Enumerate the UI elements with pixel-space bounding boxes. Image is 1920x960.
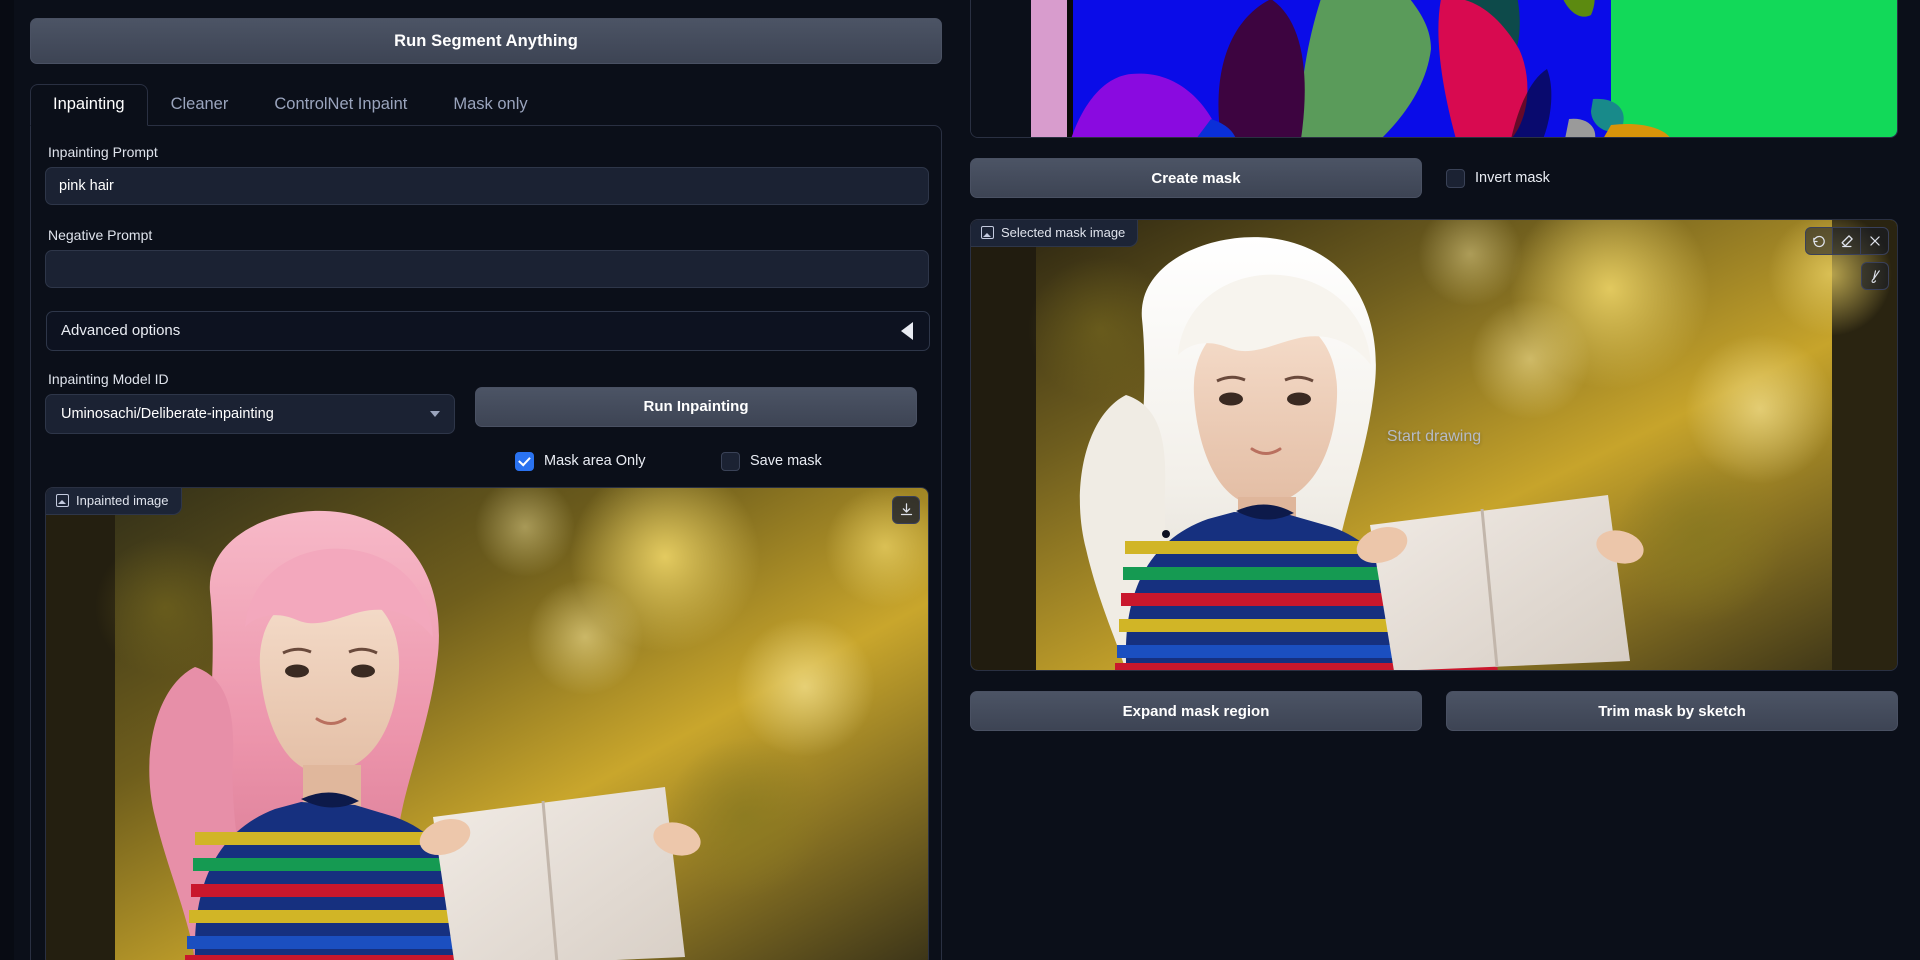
inpainted-image-badge-label: Inpainted image bbox=[76, 493, 169, 508]
inpainted-image-panel: Inpainted image bbox=[45, 487, 929, 960]
mask-area-only-checkbox[interactable]: Mask area Only bbox=[515, 452, 721, 471]
selected-mask-image-badge: Selected mask image bbox=[971, 220, 1138, 247]
model-id-group: Inpainting Model ID Uminosachi/Deliberat… bbox=[45, 367, 455, 434]
brush-button[interactable] bbox=[1861, 262, 1889, 290]
create-mask-label: Create mask bbox=[1151, 170, 1240, 187]
left-edge-strip bbox=[0, 0, 14, 960]
mask-action-buttons: Expand mask region Trim mask by sketch bbox=[970, 691, 1898, 731]
run-segment-anything-label: Run Segment Anything bbox=[394, 32, 578, 51]
brush-icon bbox=[1868, 269, 1883, 284]
invert-mask-box[interactable] bbox=[1446, 169, 1465, 188]
image-icon bbox=[56, 494, 69, 507]
tab-panel-inpainting: Inpainting Prompt Negative Prompt Advanc… bbox=[30, 125, 942, 960]
tab-list: Inpainting Cleaner ControlNet Inpaint Ma… bbox=[30, 84, 942, 125]
chevron-down-icon bbox=[430, 411, 440, 417]
download-button[interactable] bbox=[892, 496, 920, 524]
create-mask-button[interactable]: Create mask bbox=[970, 158, 1422, 198]
close-button[interactable] bbox=[1861, 227, 1889, 255]
tab-cleaner-label: Cleaner bbox=[171, 95, 229, 113]
selected-mask-image bbox=[970, 219, 1898, 671]
inpainting-prompt-input[interactable] bbox=[45, 167, 929, 205]
save-mask-label: Save mask bbox=[750, 453, 822, 469]
chevron-left-icon bbox=[901, 322, 913, 340]
inpainting-model-id-label: Inpainting Model ID bbox=[48, 371, 455, 387]
mask-area-only-label: Mask area Only bbox=[544, 453, 646, 469]
run-inpainting-button[interactable]: Run Inpainting bbox=[475, 387, 917, 427]
inpainted-image bbox=[45, 487, 929, 960]
run-inpainting-group: Run Inpainting bbox=[475, 367, 917, 427]
negative-prompt-input[interactable] bbox=[45, 250, 929, 288]
tabs-container: Inpainting Cleaner ControlNet Inpaint Ma… bbox=[30, 84, 942, 960]
inpainted-image-badge: Inpainted image bbox=[46, 488, 182, 515]
negative-prompt-label: Negative Prompt bbox=[48, 227, 927, 243]
invert-mask-checkbox[interactable]: Invert mask bbox=[1446, 169, 1550, 188]
mask-area-only-box[interactable] bbox=[515, 452, 534, 471]
model-and-run-row: Inpainting Model ID Uminosachi/Deliberat… bbox=[45, 367, 927, 434]
expand-mask-region-button[interactable]: Expand mask region bbox=[970, 691, 1422, 731]
inpainting-options-row: Mask area Only Save mask bbox=[45, 452, 927, 471]
selected-mask-image-badge-label: Selected mask image bbox=[1001, 225, 1125, 240]
inpainting-model-id-select[interactable]: Uminosachi/Deliberate-inpainting bbox=[45, 394, 455, 434]
mask-toolbar bbox=[1805, 227, 1889, 255]
tab-mask-only-label: Mask only bbox=[453, 95, 527, 113]
invert-mask-label: Invert mask bbox=[1475, 170, 1550, 186]
eraser-button[interactable] bbox=[1833, 227, 1861, 255]
tab-cleaner[interactable]: Cleaner bbox=[148, 84, 252, 125]
tab-inpainting-label: Inpainting bbox=[53, 95, 125, 113]
tab-controlnet-inpaint[interactable]: ControlNet Inpaint bbox=[251, 84, 430, 125]
trim-mask-by-sketch-label: Trim mask by sketch bbox=[1598, 703, 1746, 720]
image-icon bbox=[981, 226, 994, 239]
download-icon bbox=[899, 502, 914, 517]
run-inpainting-label: Run Inpainting bbox=[644, 398, 749, 415]
left-panel: Run Segment Anything Inpainting Cleaner … bbox=[0, 0, 952, 960]
tab-mask-only[interactable]: Mask only bbox=[430, 84, 550, 125]
expand-mask-region-label: Expand mask region bbox=[1123, 703, 1270, 720]
segmentation-image bbox=[971, 0, 1898, 138]
segmentation-image-panel bbox=[970, 0, 1898, 138]
inpainting-model-id-value: Uminosachi/Deliberate-inpainting bbox=[61, 406, 274, 422]
advanced-options-accordion[interactable]: Advanced options bbox=[46, 311, 930, 351]
inpainting-prompt-label: Inpainting Prompt bbox=[48, 144, 927, 160]
app-root: Run Segment Anything Inpainting Cleaner … bbox=[0, 0, 1920, 960]
undo-button[interactable] bbox=[1805, 227, 1833, 255]
trim-mask-by-sketch-button[interactable]: Trim mask by sketch bbox=[1446, 691, 1898, 731]
advanced-options-label: Advanced options bbox=[61, 322, 180, 339]
tab-controlnet-inpaint-label: ControlNet Inpaint bbox=[274, 95, 407, 113]
run-segment-anything-button[interactable]: Run Segment Anything bbox=[30, 18, 942, 64]
right-panel: Create mask Invert mask Selected mask im… bbox=[952, 0, 1920, 960]
create-mask-row: Create mask Invert mask bbox=[970, 158, 1898, 198]
eraser-icon bbox=[1839, 234, 1854, 249]
selected-mask-image-panel: Selected mask image bbox=[970, 219, 1898, 671]
save-mask-checkbox[interactable]: Save mask bbox=[721, 452, 927, 471]
save-mask-box[interactable] bbox=[721, 452, 740, 471]
undo-icon bbox=[1812, 234, 1827, 249]
close-icon bbox=[1868, 234, 1882, 248]
tab-inpainting[interactable]: Inpainting bbox=[30, 84, 148, 126]
